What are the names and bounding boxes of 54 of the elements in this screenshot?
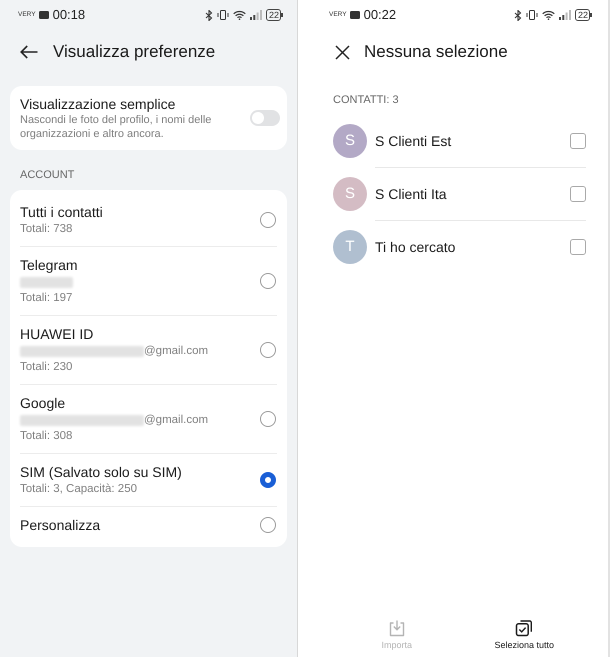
account-total: Totali: 308 bbox=[20, 429, 72, 444]
radio-button[interactable] bbox=[260, 517, 276, 533]
vibrate-icon bbox=[216, 10, 229, 20]
signal-icon bbox=[558, 10, 571, 20]
radio-button[interactable] bbox=[260, 411, 276, 427]
status-badge-icon bbox=[38, 11, 49, 19]
account-total: Totali: 230 bbox=[20, 360, 72, 375]
radio-button[interactable] bbox=[260, 212, 276, 228]
contact-count-label: CONTATTI: 3 bbox=[332, 93, 400, 108]
contact-name[interactable]: S Clienti Ita bbox=[375, 185, 447, 203]
contact-name[interactable]: S Clienti Est bbox=[375, 132, 452, 150]
download-tray-icon bbox=[388, 619, 406, 637]
email-domain: @gmail.com bbox=[144, 413, 208, 428]
signal-icon bbox=[250, 10, 262, 20]
setting-title: Visualizzazione semplice bbox=[20, 95, 176, 113]
vibrate-icon bbox=[526, 10, 538, 20]
status-badge-icon bbox=[350, 11, 360, 19]
account-name: Tutti i contatti bbox=[20, 203, 103, 221]
checkbox[interactable] bbox=[570, 132, 586, 148]
close-icon[interactable] bbox=[335, 44, 350, 60]
select-all-button[interactable]: Seleziona tutto bbox=[460, 619, 588, 651]
account-name: Google bbox=[20, 394, 66, 412]
radio-button[interactable] bbox=[260, 342, 276, 358]
account-total: Totali: 738 bbox=[20, 222, 72, 237]
account-total: Totali: 3, Capacità: 250 bbox=[20, 482, 137, 497]
radio-button[interactable] bbox=[260, 273, 276, 289]
radio-button[interactable] bbox=[260, 472, 276, 488]
contact-name[interactable]: Ti ho cercato bbox=[375, 238, 456, 256]
account-name: Telegram bbox=[20, 256, 78, 274]
screen-title: Nessuna selezione bbox=[364, 41, 508, 63]
contact-avatar: S bbox=[333, 176, 367, 210]
wifi-icon bbox=[542, 10, 555, 20]
back-arrow-icon[interactable] bbox=[20, 45, 38, 59]
wifi-icon bbox=[232, 10, 246, 20]
battery-indicator: 22 bbox=[266, 9, 284, 21]
account-name: Personalizza bbox=[20, 516, 100, 534]
stacked-checkbox-icon bbox=[515, 619, 534, 637]
account-name: SIM (Salvato solo su SIM) bbox=[20, 463, 182, 481]
screen-title: Visualizza preferenze bbox=[53, 41, 216, 63]
status-time: 00:18 bbox=[52, 7, 86, 23]
status-time: 00:22 bbox=[364, 7, 396, 23]
account-total: Totali: 197 bbox=[20, 291, 72, 306]
battery-indicator: 22 bbox=[574, 9, 593, 21]
email-domain: @gmail.com bbox=[144, 344, 208, 359]
account-name: HUAWEI ID bbox=[20, 325, 94, 343]
bluetooth-icon bbox=[204, 10, 213, 20]
toggle-switch[interactable] bbox=[250, 110, 280, 126]
contact-avatar: T bbox=[333, 230, 367, 264]
section-heading: ACCOUNT bbox=[19, 168, 76, 183]
setting-description: Nascondi le foto del profilo, i nomi delle organizzazioni e altro ancora. bbox=[20, 113, 212, 141]
contact-avatar: S bbox=[333, 124, 367, 158]
checkbox[interactable] bbox=[570, 186, 586, 202]
checkbox[interactable] bbox=[570, 239, 586, 255]
bluetooth-icon bbox=[514, 10, 522, 20]
